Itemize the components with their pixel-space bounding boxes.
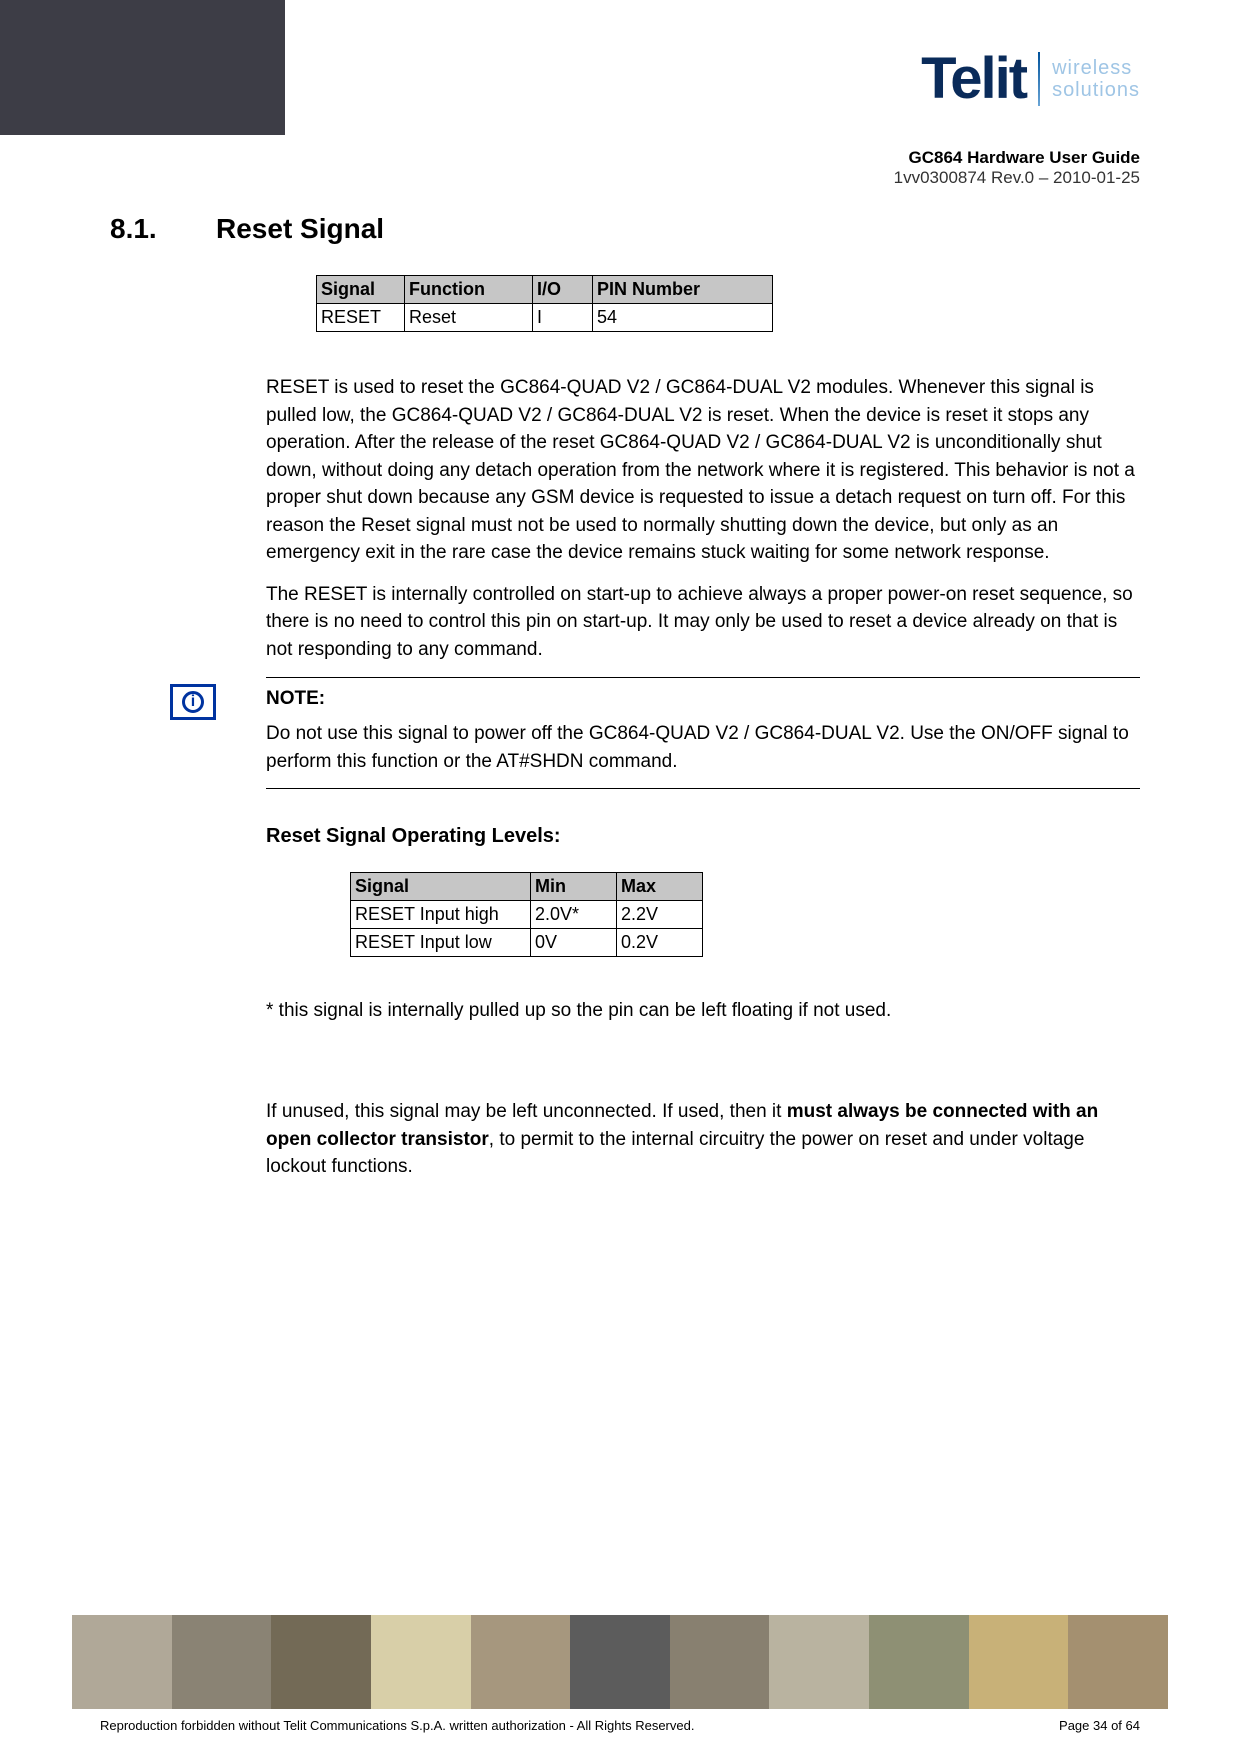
doc-rev: 1vv0300874 Rev.0 – 2010-01-25 xyxy=(894,168,1140,188)
td-max: 0.2V xyxy=(617,928,703,956)
td-signal: RESET Input high xyxy=(351,900,531,928)
td-max: 2.2V xyxy=(617,900,703,928)
td-signal: RESET xyxy=(317,304,405,332)
table-header-row: Signal Function I/O PIN Number xyxy=(317,276,773,304)
logo-text: Telit xyxy=(921,45,1026,112)
td-min: 0V xyxy=(531,928,617,956)
th-function: Function xyxy=(405,276,533,304)
td-pin: 54 xyxy=(593,304,773,332)
section-title: Reset Signal xyxy=(216,213,384,245)
td-function: Reset xyxy=(405,304,533,332)
table-header-row: Signal Min Max xyxy=(351,872,703,900)
th-min: Min xyxy=(531,872,617,900)
doc-title: GC864 Hardware User Guide xyxy=(894,148,1140,168)
footer-image-strip xyxy=(72,1615,1168,1709)
doc-meta: GC864 Hardware User Guide 1vv0300874 Rev… xyxy=(894,148,1140,188)
levels-table: Signal Min Max RESET Input high 2.0V* 2.… xyxy=(350,872,703,957)
table-row: RESET Reset I 54 xyxy=(317,304,773,332)
brand-logo: Telit wireless solutions xyxy=(921,45,1140,112)
section-heading: 8.1. Reset Signal xyxy=(110,213,1140,245)
th-signal: Signal xyxy=(351,872,531,900)
th-io: I/O xyxy=(533,276,593,304)
subheading-levels: Reset Signal Operating Levels: xyxy=(266,825,1140,848)
paragraph-reset-startup: The RESET is internally controlled on st… xyxy=(266,581,1140,664)
td-io: I xyxy=(533,304,593,332)
para3-pre: If unused, this signal may be left uncon… xyxy=(266,1101,787,1122)
table-row: RESET Input low 0V 0.2V xyxy=(351,928,703,956)
footer-left: Reproduction forbidden without Telit Com… xyxy=(100,1718,694,1733)
info-icon: i xyxy=(170,684,216,720)
table-row: RESET Input high 2.0V* 2.2V xyxy=(351,900,703,928)
signal-table: Signal Function I/O PIN Number RESET Res… xyxy=(316,275,773,332)
th-max: Max xyxy=(617,872,703,900)
info-icon-glyph: i xyxy=(182,691,204,713)
paragraph-unused: If unused, this signal may be left uncon… xyxy=(266,1098,1140,1181)
note-box: i NOTE: Do not use this signal to power … xyxy=(266,677,1140,788)
footer-right: Page 34 of 64 xyxy=(1059,1718,1140,1733)
td-min: 2.0V* xyxy=(531,900,617,928)
logo-divider xyxy=(1038,52,1040,106)
th-pin: PIN Number xyxy=(593,276,773,304)
section-number: 8.1. xyxy=(110,213,170,245)
paragraph-reset-desc: RESET is used to reset the GC864-QUAD V2… xyxy=(266,374,1140,567)
header-dark-block xyxy=(0,0,285,135)
td-signal: RESET Input low xyxy=(351,928,531,956)
th-signal: Signal xyxy=(317,276,405,304)
tagline-line-2: solutions xyxy=(1052,79,1140,101)
footer: Reproduction forbidden without Telit Com… xyxy=(100,1718,1140,1733)
note-body: Do not use this signal to power off the … xyxy=(266,720,1140,775)
footnote: * this signal is internally pulled up so… xyxy=(266,997,1140,1025)
logo-tagline: wireless solutions xyxy=(1052,57,1140,101)
tagline-line-1: wireless xyxy=(1052,57,1132,79)
note-label: NOTE: xyxy=(266,688,1140,710)
